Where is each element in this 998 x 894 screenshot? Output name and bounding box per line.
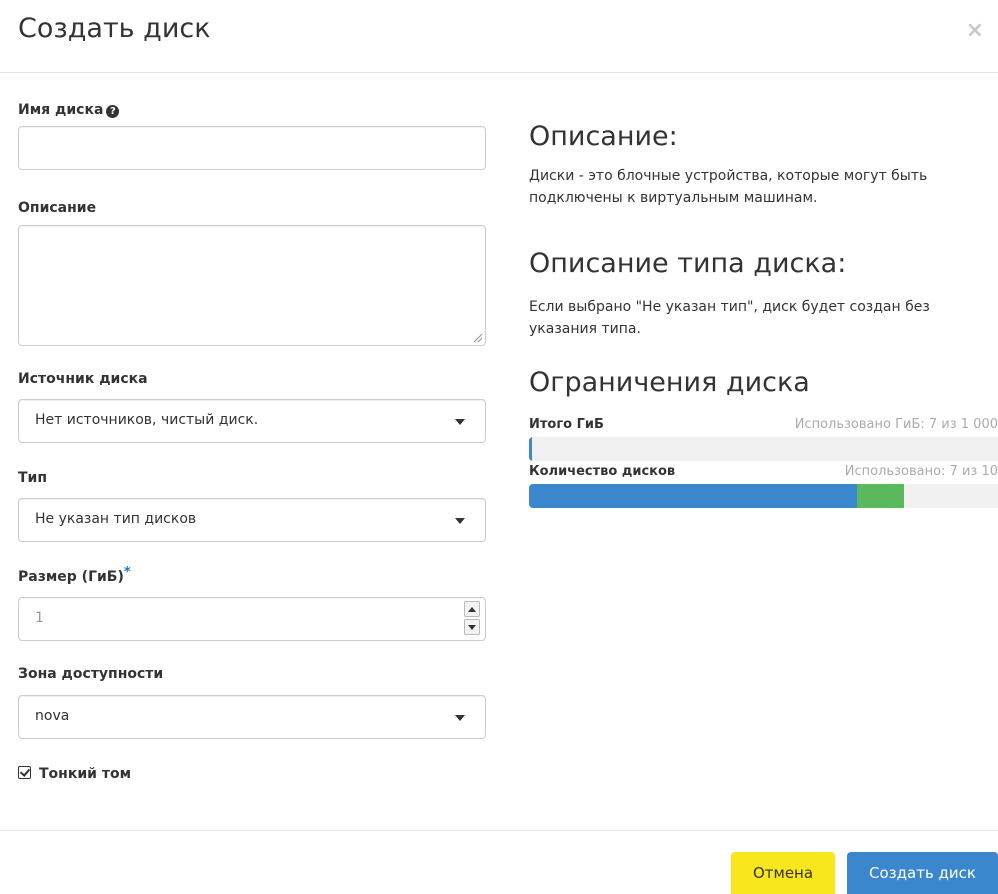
- close-icon[interactable]: ×: [966, 20, 984, 42]
- description-heading: Описание:: [529, 121, 678, 152]
- step-down-icon[interactable]: [464, 619, 480, 635]
- type-label: Тип: [18, 470, 48, 486]
- quota-volumes-used-fill: [529, 484, 858, 508]
- quota-volumes-used: Использовано: 7 из 10: [844, 464, 998, 479]
- caret-down-icon: [455, 715, 465, 721]
- step-up-icon[interactable]: [464, 601, 480, 617]
- type-description-heading: Описание типа диска:: [529, 248, 847, 279]
- type-select-value: Не указан тип дисков: [35, 511, 197, 527]
- volume-name-input[interactable]: [18, 126, 486, 170]
- quota-gb-header: Итого ГиБ Использовано ГиБ: 7 из 1 000: [529, 417, 998, 437]
- modal-header: Создать диск ×: [0, 0, 998, 73]
- footer-divider: [0, 830, 998, 831]
- name-field-label: Имя диска?: [18, 102, 120, 118]
- modal-title: Создать диск: [18, 13, 211, 44]
- thin-volume-checkbox[interactable]: Тонкий том: [18, 765, 131, 782]
- size-input-value: 1: [35, 610, 44, 626]
- type-description-text: Если выбрано "Не указан тип", диск будет…: [529, 299, 930, 337]
- limits-heading: Ограничения диска: [529, 367, 810, 398]
- question-circle-icon[interactable]: ?: [106, 105, 120, 118]
- quota-volumes-header: Количество дисков Использовано: 7 из 10: [529, 464, 998, 484]
- caret-down-icon: [455, 419, 465, 425]
- create-volume-button[interactable]: Создать диск: [847, 852, 998, 894]
- checkbox-checked-icon[interactable]: [18, 766, 31, 779]
- size-field-label: Размер (ГиБ)*: [18, 565, 131, 585]
- zone-label: Зона доступности: [18, 666, 164, 682]
- quota-gb-bar: [529, 437, 998, 461]
- quota-volumes-new-fill: [857, 484, 905, 508]
- source-select-value: Нет источников, чистый диск.: [35, 412, 259, 428]
- caret-down-icon: [455, 518, 465, 524]
- zone-select-value: nova: [35, 708, 70, 724]
- size-number-input[interactable]: 1: [18, 597, 486, 641]
- source-select[interactable]: Нет источников, чистый диск.: [18, 399, 486, 443]
- description-textarea[interactable]: [18, 225, 486, 346]
- size-stepper[interactable]: [460, 599, 484, 639]
- resize-handle-icon[interactable]: [474, 334, 482, 342]
- description-text: Диски - это блочные устройства, которые …: [529, 168, 928, 206]
- name-label-text: Имя диска: [18, 102, 104, 118]
- quota-gb-used: Использовано ГиБ: 7 из 1 000: [794, 417, 998, 432]
- source-label: Источник диска: [18, 371, 148, 387]
- zone-select[interactable]: nova: [18, 695, 486, 739]
- quota-volumes-bar: [529, 484, 998, 508]
- thin-volume-label: Тонкий том: [39, 766, 132, 782]
- quota-gb-label: Итого ГиБ: [529, 417, 604, 432]
- size-label-text: Размер (ГиБ): [18, 569, 124, 585]
- cancel-button[interactable]: Отмена: [731, 852, 835, 894]
- type-select[interactable]: Не указан тип дисков: [18, 498, 486, 542]
- quota-volumes-label: Количество дисков: [529, 464, 676, 479]
- quota-gb-used-fill: [529, 437, 533, 461]
- description-label: Описание: [18, 200, 97, 216]
- required-asterisk: *: [123, 565, 131, 580]
